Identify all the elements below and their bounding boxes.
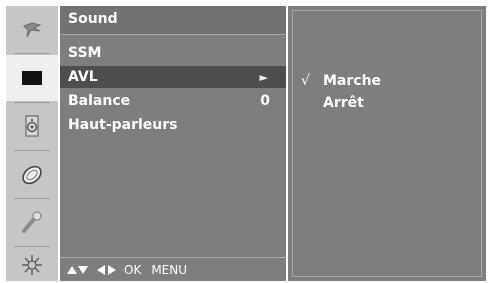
avl-submenu-panel: √ Marche Arrêt [288, 6, 486, 281]
divider [14, 53, 50, 54]
right-arrow-icon [108, 265, 116, 275]
menu-item-ssm[interactable]: SSM [60, 42, 286, 64]
submenu-arrow-icon: ► [259, 71, 268, 84]
menu-title: Sound [68, 11, 118, 27]
menu-category-column [6, 6, 58, 281]
menu-item-speakers[interactable]: Haut-parleurs [60, 114, 286, 136]
divider [14, 198, 50, 199]
menu-header: Sound [60, 6, 286, 35]
submenu-frame: √ Marche Arrêt [292, 10, 482, 277]
sound-icon[interactable] [6, 55, 58, 101]
menu-item-balance[interactable]: Balance 0 [60, 90, 286, 112]
menu-item-label: Haut-parleurs [68, 117, 178, 133]
menu-hint: MENU [151, 263, 188, 277]
option-label: Arrêt [323, 95, 364, 111]
option-label: Marche [323, 73, 382, 89]
time-icon[interactable] [6, 103, 58, 149]
left-arrow-icon [97, 265, 105, 275]
ok-hint: OK [124, 263, 142, 277]
setup-icon[interactable] [6, 248, 58, 281]
lock-icon[interactable] [6, 200, 58, 246]
divider [14, 246, 50, 247]
check-icon: √ [301, 73, 310, 89]
down-arrow-icon [78, 266, 88, 274]
option-icon[interactable] [6, 152, 58, 198]
divider [14, 150, 50, 151]
balance-value: 0 [260, 93, 270, 109]
menu-item-label: Balance [68, 93, 131, 109]
menu-item-label: SSM [68, 45, 102, 61]
up-arrow-icon [67, 266, 77, 274]
sound-menu-panel: Sound SSM AVL ► Balance 0 Haut-parleurs … [60, 6, 286, 281]
menu-item-avl[interactable]: AVL ► [60, 66, 286, 88]
osd-screen: Sound SSM AVL ► Balance 0 Haut-parleurs … [0, 0, 492, 283]
picture-icon[interactable] [6, 8, 58, 54]
navigation-hint-bar: OK MENU [60, 257, 286, 282]
menu-item-label: AVL [68, 69, 98, 85]
